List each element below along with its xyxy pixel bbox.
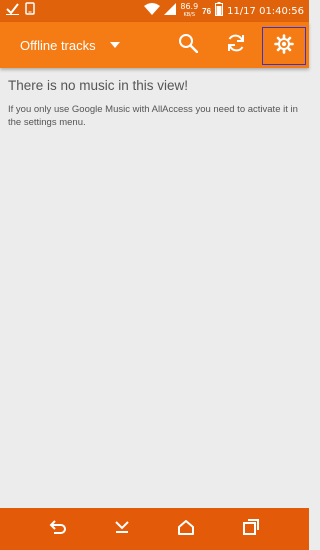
- hide-keyboard-button[interactable]: [104, 508, 140, 550]
- empty-state-title: There is no music in this view!: [8, 78, 189, 93]
- chevron-down-icon: [109, 42, 120, 48]
- network-speed-unit: KB/S: [183, 12, 196, 18]
- status-right-icons: 86.9 KB/S 76 11/17 01:40:56: [144, 1, 309, 21]
- empty-state: There is no music in this view! If you o…: [8, 78, 301, 129]
- back-icon: [49, 519, 67, 540]
- network-speed: 86.9 KB/S: [180, 3, 198, 19]
- network-speed-value: 86.9: [180, 2, 199, 11]
- navigation-bar: [0, 508, 309, 550]
- signal-icon: [164, 2, 177, 20]
- home-button[interactable]: [168, 508, 204, 550]
- status-datetime: 11/17 01:40:56: [227, 5, 304, 17]
- empty-state-description: If you only use Google Music with AllAcc…: [8, 104, 298, 128]
- status-left-icons: [0, 2, 35, 20]
- back-button[interactable]: [40, 508, 76, 550]
- search-icon: [178, 33, 199, 58]
- search-button[interactable]: [168, 22, 208, 68]
- battery-icon: [215, 1, 224, 21]
- gear-icon: [274, 33, 294, 59]
- recent-apps-icon: [242, 518, 260, 540]
- sync-icon: [226, 33, 246, 58]
- check-icon: [6, 2, 19, 20]
- app-bar: Offline tracks: [0, 22, 309, 68]
- sync-button[interactable]: [216, 22, 256, 68]
- settings-button[interactable]: [262, 27, 306, 65]
- phone-icon: [25, 2, 35, 20]
- wifi-icon: [144, 2, 161, 20]
- spinner-label: Offline tracks: [20, 37, 96, 53]
- recent-apps-button[interactable]: [233, 508, 269, 550]
- status-bar: 86.9 KB/S 76 11/17 01:40:56: [0, 0, 309, 22]
- home-icon: [177, 519, 195, 540]
- view-spinner[interactable]: Offline tracks: [10, 22, 130, 68]
- battery-level: 76: [202, 6, 212, 16]
- hide-keyboard-icon: [113, 519, 131, 540]
